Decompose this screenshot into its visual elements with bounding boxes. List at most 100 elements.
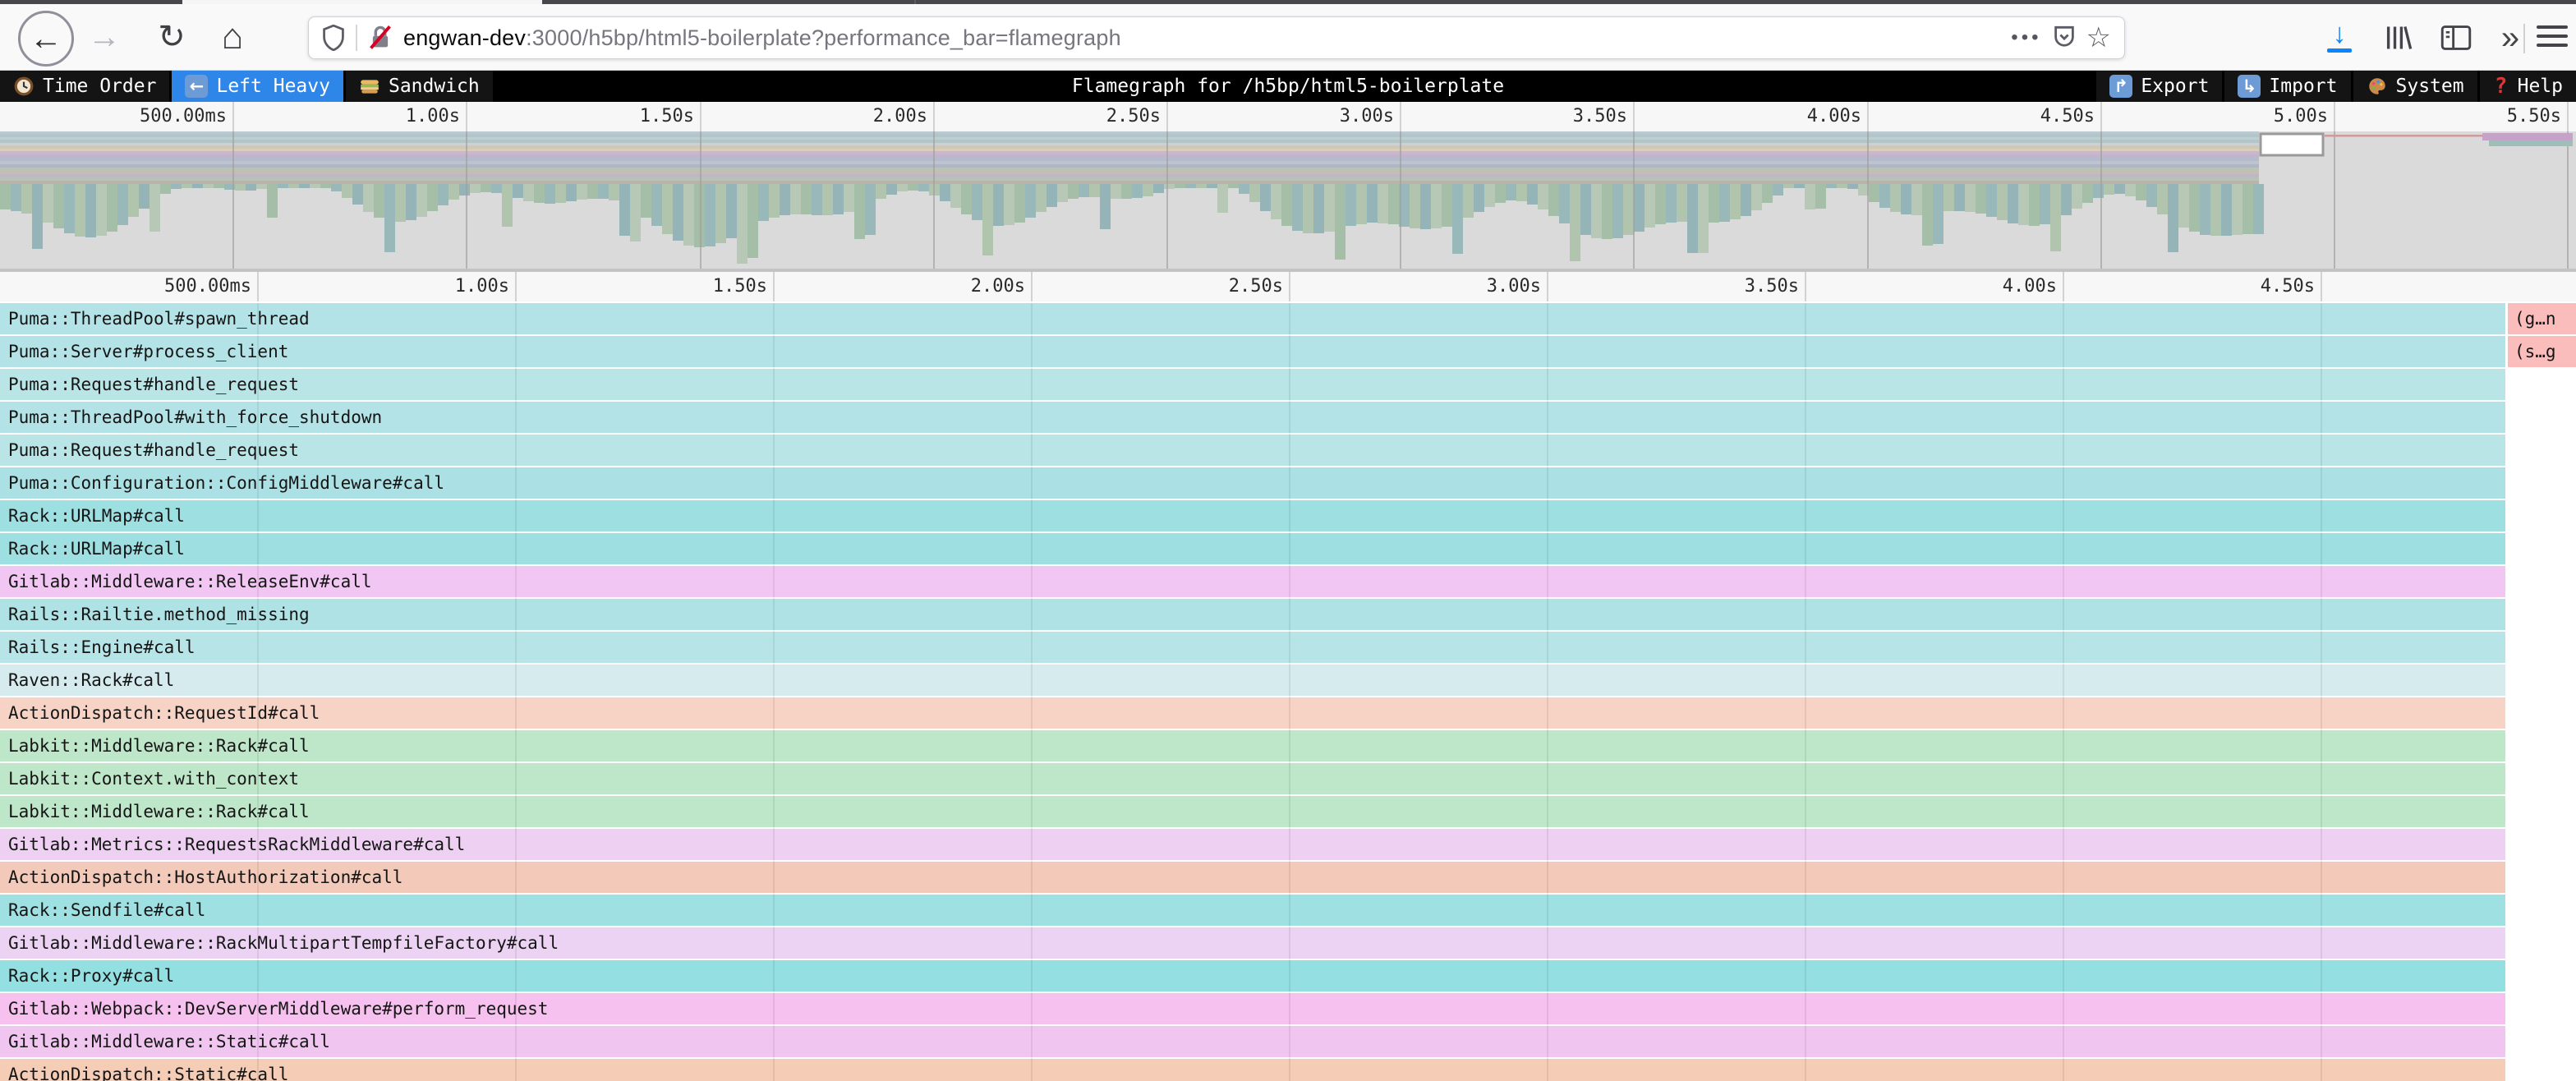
- menu-button[interactable]: [2537, 25, 2568, 47]
- frame-label: (s…g: [2514, 336, 2556, 367]
- frame-label: Labkit::Context.with_context: [8, 763, 299, 794]
- flame-frame[interactable]: [0, 960, 2505, 991]
- ruler-label: 3.50s: [1585, 272, 1799, 301]
- flame-frame[interactable]: [0, 533, 2505, 564]
- ruler-gridline: [700, 102, 702, 131]
- flame-frame[interactable]: [0, 500, 2505, 531]
- main-time-ruler: 500.00ms1.00s1.50s2.00s2.50s3.00s3.50s4.…: [0, 272, 2576, 301]
- pocket-save-icon[interactable]: [2053, 25, 2076, 50]
- flame-frame[interactable]: [0, 665, 2505, 696]
- ruler-label: 4.50s: [1881, 102, 2095, 131]
- url-text[interactable]: engwan-dev:3000/h5bp/html5-boilerplate?p…: [403, 25, 2000, 51]
- download-arrow-icon: ↓: [2333, 23, 2347, 45]
- page-actions-icon[interactable]: •••: [2011, 26, 2041, 49]
- flame-frame[interactable]: [0, 763, 2505, 794]
- frame-label: Raven::Rack#call: [8, 665, 174, 696]
- flame-frame[interactable]: [0, 336, 2505, 367]
- flame-frame[interactable]: [0, 895, 2505, 926]
- frame-label: Rack::URLMap#call: [8, 500, 185, 531]
- insecure-lock-icon[interactable]: [368, 25, 393, 51]
- flame-frame[interactable]: [0, 599, 2505, 630]
- flame-frame[interactable]: [0, 435, 2505, 466]
- download-underline: [2327, 48, 2352, 53]
- overflow-chevrons-button[interactable]: »: [2489, 17, 2532, 58]
- frame-label: Gitlab::Webpack::DevServerMiddleware#per…: [8, 993, 548, 1024]
- flame-frame[interactable]: [0, 1026, 2505, 1057]
- reload-icon: ↻: [158, 18, 186, 56]
- bookmark-star-icon[interactable]: ☆: [2086, 24, 2111, 52]
- frame-label: Puma::ThreadPool#spawn_thread: [8, 303, 310, 334]
- minimap-viewport[interactable]: [2261, 134, 2323, 155]
- flame-frame-row: Rails::Railtie.method_missing: [0, 599, 2576, 630]
- ruler-gridline: [2321, 272, 2322, 301]
- sidebar-button[interactable]: [2435, 17, 2477, 58]
- ruler-label: 5.00s: [2114, 102, 2328, 131]
- import-button[interactable]: ↳Import: [2224, 71, 2350, 102]
- flame-frame-row: Labkit::Context.with_context: [0, 763, 2576, 794]
- ruler-label: 1.50s: [554, 272, 767, 301]
- ruler-label: 2.50s: [1070, 272, 1283, 301]
- frame-label: Puma::ThreadPool#with_force_shutdown: [8, 402, 382, 433]
- tab-label: Time Order: [43, 76, 156, 97]
- flame-frame-truncated[interactable]: (g…n: [2508, 303, 2576, 334]
- ruler-label: 2.00s: [812, 272, 1025, 301]
- ruler-gridline: [1547, 272, 1548, 301]
- flame-frame[interactable]: [0, 697, 2505, 729]
- flame-frame-row: Puma::Request#handle_request: [0, 369, 2576, 400]
- flame-frame-row: Rack::Proxy#call: [0, 960, 2576, 991]
- flame-frame-row: ActionDispatch::Static#call: [0, 1059, 2576, 1081]
- flame-frame[interactable]: [0, 369, 2505, 400]
- forward-arrow-icon: →: [88, 19, 121, 56]
- flame-frame-row: Puma::Request#handle_request: [0, 435, 2576, 466]
- forward-button[interactable]: →: [82, 16, 126, 58]
- time-gridline: [773, 303, 775, 1081]
- flame-frame-row: Rack::Sendfile#call: [0, 895, 2576, 926]
- frame-label: Puma::Configuration::ConfigMiddleware#ca…: [8, 467, 444, 499]
- ruler-gridline: [1633, 102, 1635, 131]
- flame-frame[interactable]: [0, 796, 2505, 827]
- action-label: System: [2396, 76, 2464, 97]
- frame-label: Gitlab::Middleware::RackMultipartTempfil…: [8, 927, 559, 959]
- help-button[interactable]: ?Help: [2480, 71, 2576, 102]
- minimap-time-ruler: 500.00ms1.00s1.50s2.00s2.50s3.00s3.50s4.…: [0, 102, 2576, 131]
- downloads-button[interactable]: ↓: [2318, 17, 2361, 58]
- flame-frame-truncated[interactable]: (s…g: [2508, 336, 2576, 367]
- flame-frame-row: Gitlab::Middleware::ReleaseEnv#call: [0, 566, 2576, 597]
- flame-frame-row: Puma::Configuration::ConfigMiddleware#ca…: [0, 467, 2576, 499]
- flame-frame-row: Rack::URLMap#call: [0, 500, 2576, 531]
- frame-label: Rails::Engine#call: [8, 632, 196, 663]
- address-bar[interactable]: engwan-dev:3000/h5bp/html5-boilerplate?p…: [308, 16, 2125, 59]
- tab-time-order[interactable]: Time Order: [0, 71, 169, 102]
- flame-frame[interactable]: [0, 730, 2505, 761]
- tracking-protection-shield-icon[interactable]: [322, 25, 345, 51]
- ruler-gridline: [1031, 272, 1033, 301]
- ruler-label: 1.00s: [296, 272, 509, 301]
- toolbar-actions: ↱Export↳Import System ?Help: [2094, 71, 2576, 102]
- ruler-gridline: [2567, 102, 2569, 131]
- library-button[interactable]: [2377, 17, 2420, 58]
- export-button[interactable]: ↱Export: [2096, 71, 2222, 102]
- tab-sandwich[interactable]: Sandwich: [346, 71, 493, 102]
- reload-button[interactable]: ↻: [150, 16, 194, 58]
- palette-icon: [2367, 76, 2388, 97]
- system-button[interactable]: System: [2353, 71, 2477, 102]
- ruler-label: 4.50s: [2101, 272, 2315, 301]
- action-label: Export: [2141, 76, 2209, 97]
- flame-frame[interactable]: [0, 632, 2505, 663]
- flame-frame[interactable]: [0, 1059, 2505, 1081]
- ruler-label: 1.00s: [246, 102, 460, 131]
- hamburger-icon: [2537, 25, 2568, 29]
- flamegraph-toolbar: Flamegraph for /h5bp/html5-boilerplate T…: [0, 71, 2576, 102]
- minimap[interactable]: [0, 131, 2576, 272]
- urlbar-divider: [356, 25, 357, 51]
- ruler-gridline: [466, 102, 467, 131]
- home-button[interactable]: ⌂: [210, 16, 255, 58]
- time-gridline: [2321, 303, 2322, 1081]
- back-button[interactable]: ←: [18, 11, 74, 67]
- flame-frame[interactable]: [0, 566, 2505, 597]
- tab-left-heavy[interactable]: ←Left Heavy: [172, 71, 343, 102]
- ruler-label: 2.00s: [714, 102, 927, 131]
- flamegraph-view[interactable]: Puma::ThreadPool#spawn_threadPuma::Serve…: [0, 303, 2576, 1081]
- flame-frame[interactable]: [0, 303, 2505, 334]
- ruler-gridline: [773, 272, 775, 301]
